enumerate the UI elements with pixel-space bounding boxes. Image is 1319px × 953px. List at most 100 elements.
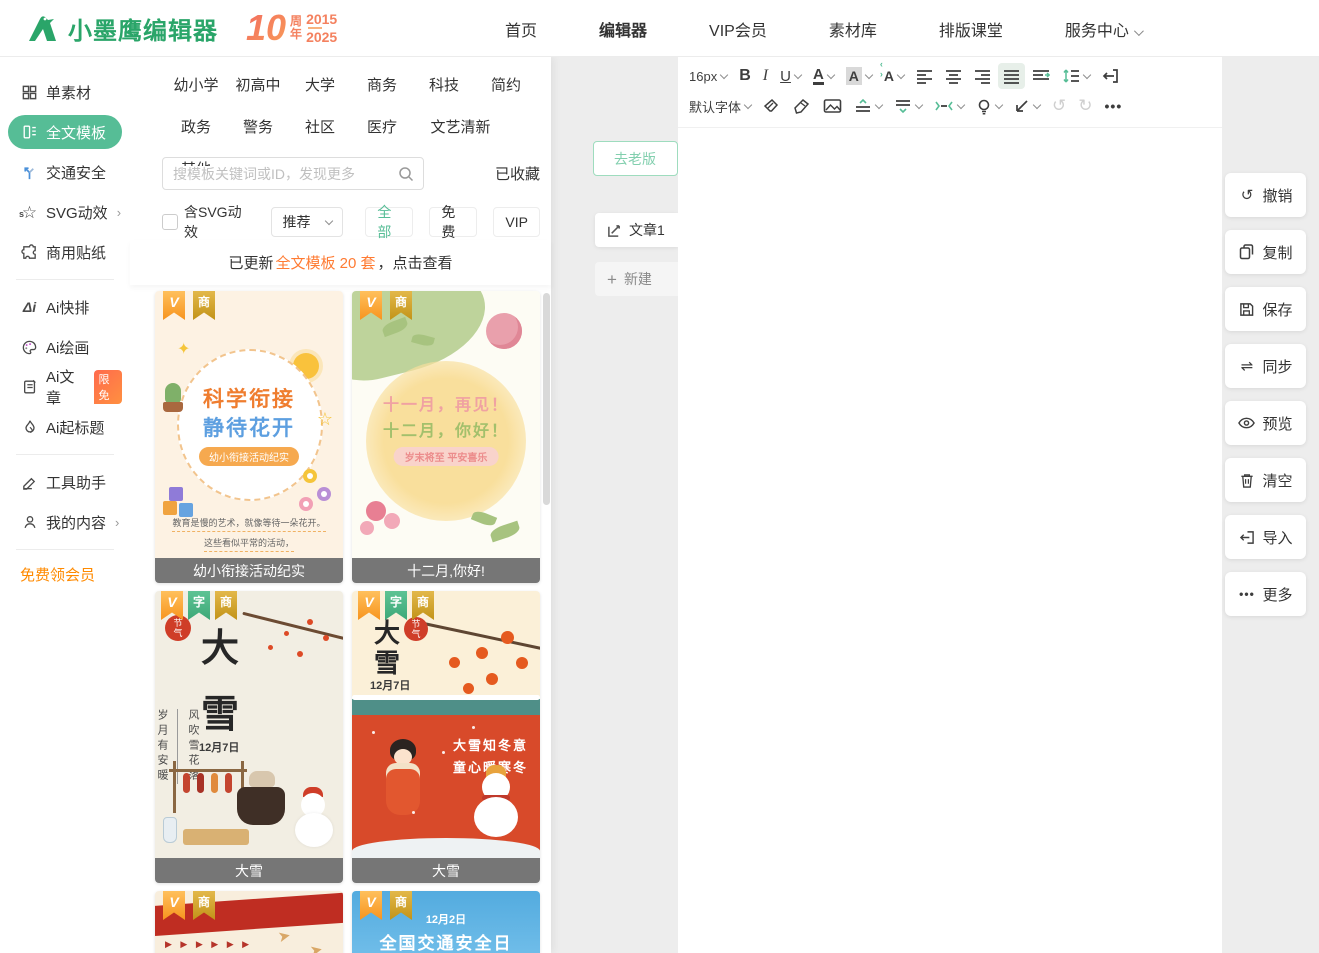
search-box[interactable] <box>162 157 424 190</box>
align-justify-button[interactable] <box>998 63 1025 89</box>
filter-vip-button[interactable]: VIP <box>493 207 540 237</box>
nav-editor[interactable]: 编辑器 <box>599 17 647 41</box>
insert-image-button[interactable] <box>818 93 847 119</box>
undo-action-button[interactable]: ↺ 撤销 <box>1225 173 1306 217</box>
sidebar-item-ai-layout[interactable]: Δi Ai快排 <box>8 290 122 324</box>
sidebar-item-tools[interactable]: 工具助手 <box>8 465 122 499</box>
copy-action-button[interactable]: 复制 <box>1225 230 1306 274</box>
clear-format-button[interactable] <box>758 93 786 119</box>
vip-ribbon-badge: V <box>163 291 185 320</box>
plum-blossom <box>323 635 329 641</box>
editor-canvas[interactable]: 16px B I U A A A 默认字体 ↺ ↻ <box>678 57 1222 953</box>
template-icon <box>20 123 39 142</box>
go-old-version-button[interactable]: 去老版 <box>593 141 678 176</box>
sidebar-item-ai-title[interactable]: Ai起标题 <box>8 410 122 444</box>
new-document-tab[interactable]: + 新建 <box>595 262 678 296</box>
letter-spacing-dropdown[interactable]: A <box>879 63 909 89</box>
card-caption: 十二月,你好! <box>352 558 540 583</box>
template-card-traffic-day[interactable]: V 商 12月2日 全国交通安全日 <box>352 891 540 953</box>
highlight-color-dropdown[interactable]: A <box>841 63 877 89</box>
diagonal-arrow-dropdown[interactable] <box>1009 93 1045 119</box>
sidebar-item-full-template[interactable]: 全文模板 <box>8 115 122 149</box>
align-center-button[interactable] <box>940 63 967 89</box>
app-logo[interactable]: 小墨鹰编辑器 <box>26 11 218 46</box>
favorites-link[interactable]: 已收藏 <box>495 163 540 184</box>
space-above-dropdown[interactable] <box>849 93 887 119</box>
category-tab[interactable]: 简约 <box>475 72 537 114</box>
font-family-dropdown[interactable]: 默认字体 <box>684 93 756 119</box>
nav-assets[interactable]: 素材库 <box>829 17 877 41</box>
template-card-patriotic[interactable]: V 商 ➤ ➤ ▶ ▶ ▶ ▶ ▶ ▶ <box>155 891 343 953</box>
sidebar-item-ai-paint[interactable]: Ai绘画 <box>8 330 122 364</box>
drying-rack <box>173 761 176 813</box>
template-card-kindergarten[interactable]: V 商 ✦ ☆ 科学衔接 静待花开 幼小衔接活动纪实 <box>155 291 343 583</box>
redo-button[interactable]: ↻ <box>1073 93 1097 119</box>
import-action-button[interactable]: 导入 <box>1225 515 1306 559</box>
persimmon <box>463 683 474 694</box>
search-icon[interactable] <box>397 165 415 183</box>
category-tab[interactable]: 幼小学 <box>165 72 227 114</box>
template-card-december[interactable]: V 商 十一月，再见！ 十二月，你好！ 岁末将至 平安喜乐 十二月,你好! <box>352 291 540 583</box>
flower-illustration <box>299 497 313 511</box>
sidebar-item-ai-article[interactable]: Ai文章 限免 <box>8 370 122 404</box>
bold-button[interactable]: B <box>734 63 756 89</box>
sidebar-item-single-asset[interactable]: 单素材 <box>8 75 122 109</box>
sidebar-item-stickers[interactable]: 商用贴纸 <box>8 235 122 269</box>
sort-dropdown[interactable]: 推荐 <box>271 207 343 237</box>
font-size-dropdown[interactable]: 16px <box>684 63 732 89</box>
traffic-fork-icon <box>20 163 39 182</box>
undo-button[interactable]: ↺ <box>1047 93 1071 119</box>
category-tab[interactable]: 政务 <box>165 114 227 156</box>
category-tab[interactable]: 商务 <box>351 72 413 114</box>
left-panel: 单素材 全文模板 交通安全 ☆s SVG动效 › 商用贴纸 Δi Ai快排 Ai… <box>0 57 551 953</box>
filter-free-button[interactable]: 免费 <box>429 207 477 237</box>
underline-dropdown[interactable]: U <box>775 63 806 89</box>
toolbar-more-button[interactable]: ••• <box>1100 93 1128 119</box>
template-card-daxue-food[interactable]: V 字 商 节气 大 雪 12月7日 岁月有安暖 风 <box>155 591 343 883</box>
sidebar-item-traffic-safety[interactable]: 交通安全 <box>8 155 122 189</box>
save-action-button[interactable]: 保存 <box>1225 287 1306 331</box>
indent-button[interactable] <box>1027 63 1055 89</box>
sidebar-item-svg-anim[interactable]: ☆s SVG动效 › <box>8 195 122 229</box>
more-action-button[interactable]: ••• 更多 <box>1225 572 1306 616</box>
category-tab[interactable]: 医疗 <box>351 114 413 156</box>
card-caption: 大雪 <box>155 858 343 883</box>
category-tab[interactable]: 初高中 <box>227 72 289 114</box>
free-vip-link[interactable]: 免费领会员 <box>20 564 130 585</box>
chevron-right-icon: › <box>115 515 119 530</box>
nav-service-center[interactable]: 服务中心 <box>1065 17 1141 41</box>
category-tab[interactable]: 警务 <box>227 114 289 156</box>
document-tab[interactable]: 文章1 <box>595 213 678 247</box>
category-tab[interactable]: 文艺清新 <box>413 114 508 156</box>
category-tab[interactable]: 社区 <box>289 114 351 156</box>
font-color-dropdown[interactable]: A <box>808 63 839 89</box>
highlight-lamp-dropdown[interactable] <box>971 93 1007 119</box>
notice-highlight: 全文模板 20 套 <box>275 252 375 273</box>
nav-home[interactable]: 首页 <box>505 17 537 41</box>
indent-both-dropdown[interactable] <box>929 93 969 119</box>
category-tab[interactable]: 科技 <box>413 72 475 114</box>
space-below-dropdown[interactable] <box>889 93 927 119</box>
svg-anim-checkbox[interactable] <box>162 214 178 230</box>
nav-classroom[interactable]: 排版课堂 <box>939 17 1003 41</box>
search-input[interactable] <box>173 166 397 182</box>
sidebar-item-my-content[interactable]: 我的内容 › <box>8 505 122 539</box>
italic-button[interactable]: I <box>758 63 773 89</box>
outdent-bracket-button[interactable] <box>1097 63 1125 89</box>
commercial-ribbon-badge: 商 <box>215 591 237 620</box>
template-card-daxue-girl[interactable]: V 字 商 节气 大 雪 12月7日 大雪知冬意 童心暖寒冬 <box>352 591 540 883</box>
line-height-dropdown[interactable] <box>1057 63 1095 89</box>
preview-action-button[interactable]: 预览 <box>1225 401 1306 445</box>
align-right-button[interactable] <box>969 63 996 89</box>
align-left-button[interactable] <box>911 63 938 89</box>
panel-scrollbar[interactable] <box>543 293 550 505</box>
format-painter-button[interactable] <box>788 93 816 119</box>
category-tab[interactable]: 大学 <box>289 72 351 114</box>
filter-all-button[interactable]: 全部 <box>365 207 413 237</box>
clear-action-button[interactable]: 清空 <box>1225 458 1306 502</box>
editor-content-area[interactable] <box>678 128 1222 948</box>
update-notice[interactable]: 已更新 全文模板 20 套 ，点击查看 <box>130 240 551 285</box>
sync-action-button[interactable]: ⇌ 同步 <box>1225 344 1306 388</box>
chevron-down-icon <box>875 100 883 108</box>
nav-vip[interactable]: VIP会员 <box>709 17 767 41</box>
